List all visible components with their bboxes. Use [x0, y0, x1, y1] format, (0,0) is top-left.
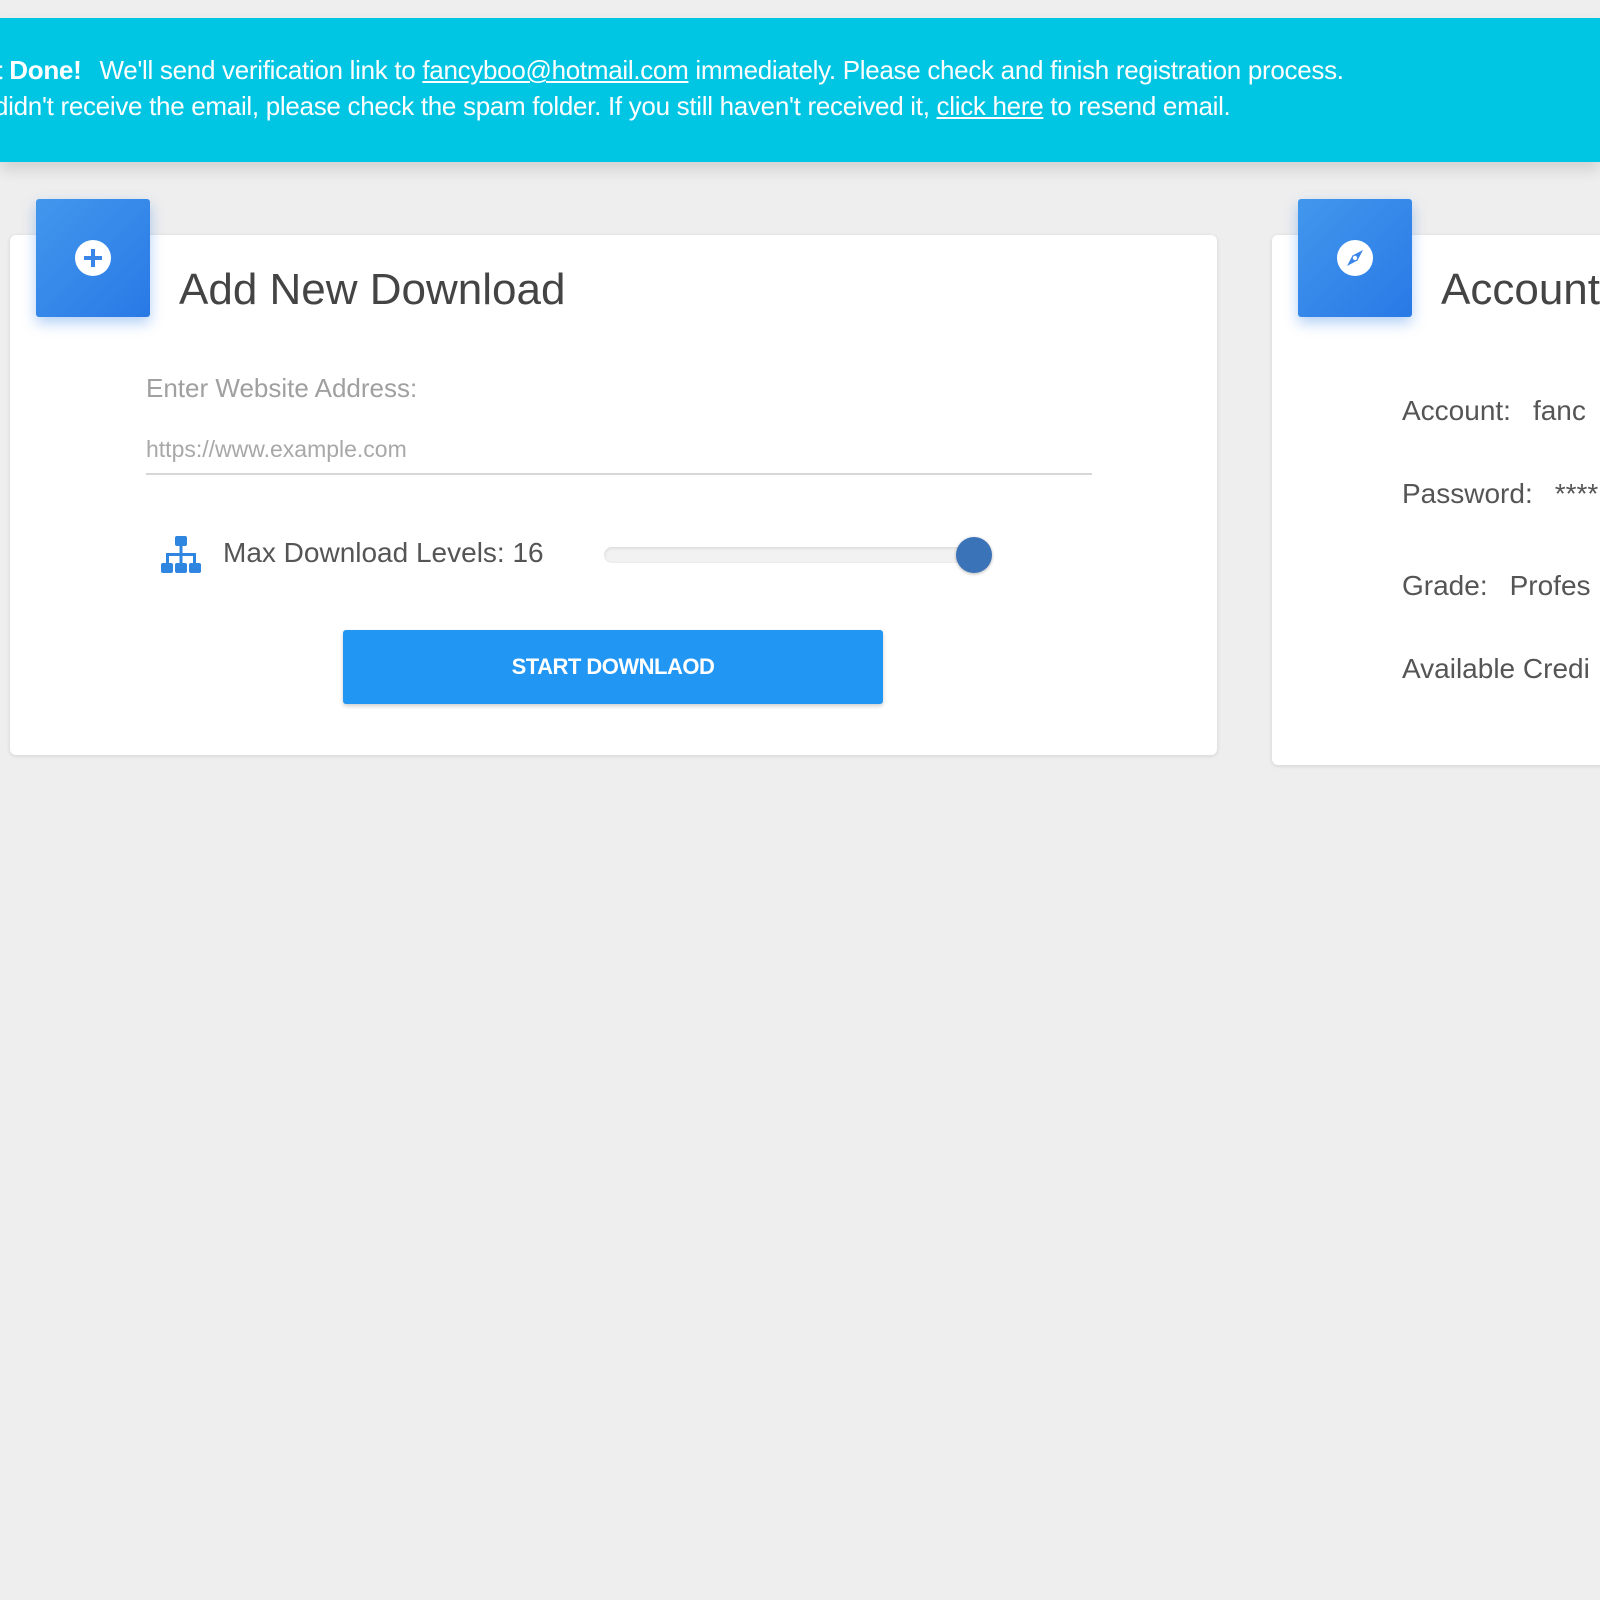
alert-line-2: didn't receive the email, please check t… [0, 88, 1231, 124]
alert-text-1b: immediately. Please check and finish reg… [688, 55, 1344, 85]
password-row: Password: **** [1402, 478, 1598, 510]
account-card: Account Account: fanc Password: **** Grade… [1272, 199, 1600, 765]
grade-label: Grade: [1402, 570, 1488, 601]
sitemap-icon [161, 536, 201, 573]
alert-line-1: t Done! We'll send verification link to f… [0, 52, 1344, 88]
add-download-card: Add New Download Enter Website Address: … [10, 199, 1217, 755]
page: t Done! We'll send verification link to f… [0, 0, 1600, 1600]
add-download-badge [36, 199, 150, 317]
start-download-button[interactable]: START DOWNLAOD [343, 630, 883, 704]
website-url-input[interactable] [146, 431, 1092, 475]
alert-title: t Done! [0, 55, 82, 85]
alert-text-2a: didn't receive the email, please check t… [0, 91, 937, 121]
card-title-account: Account [1441, 265, 1600, 314]
alert-text-1a: We'll send verification link to [99, 55, 423, 85]
credits-label: Available Credi [1402, 653, 1590, 684]
account-badge [1298, 199, 1412, 317]
password-value: **** [1554, 478, 1599, 509]
grade-row: Grade: Profes [1402, 570, 1591, 602]
password-label: Password: [1402, 478, 1533, 509]
credits-row: Available Credi [1402, 653, 1600, 685]
plus-circle-icon [75, 240, 111, 276]
card-title-add-download: Add New Download [179, 265, 566, 314]
download-levels-slider[interactable] [604, 537, 992, 573]
compass-icon [1337, 240, 1373, 276]
account-row: Account: fanc [1402, 395, 1586, 427]
grade-value: Profes [1509, 570, 1591, 601]
account-label: Account: [1402, 395, 1511, 426]
verification-alert: t Done! We'll send verification link to f… [0, 18, 1600, 162]
alert-text-2b: to resend email. [1043, 91, 1231, 121]
slider-handle[interactable] [956, 537, 992, 573]
max-download-levels-label: Max Download Levels: 16 [223, 537, 544, 568]
resend-email-link[interactable]: click here [937, 91, 1044, 121]
account-value: fanc [1532, 395, 1586, 426]
url-field-label: Enter Website Address: [146, 373, 418, 403]
email-link[interactable]: fancyboo@hotmail.com [422, 55, 688, 85]
